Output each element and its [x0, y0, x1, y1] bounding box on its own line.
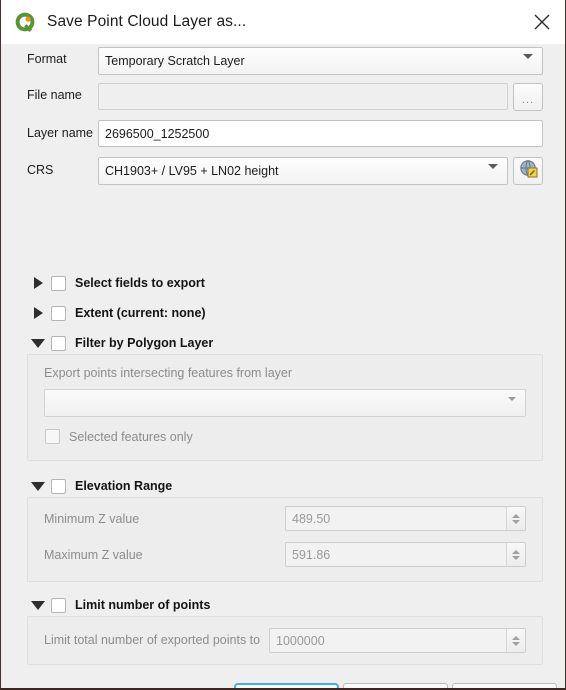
crs-combobox[interactable]: CH1903+ / LV95 + LN02 height — [98, 157, 508, 185]
ellipsis-icon: ... — [521, 94, 535, 106]
elevation-range-panel: Minimum Z value 489.50 Maximum Z value 5… — [27, 497, 543, 582]
section-extent[interactable]: Extent (current: none) — [31, 304, 206, 322]
extent-title: Extent (current: none) — [75, 306, 206, 320]
layer-name-label: Layer name — [27, 126, 94, 140]
elevation-range-checkbox[interactable] — [51, 478, 66, 494]
selected-features-checkbox[interactable] — [45, 429, 60, 444]
qgis-logo-icon — [13, 10, 37, 34]
file-name-label-row: File name — [27, 88, 82, 102]
help-button[interactable]: Help — [452, 683, 557, 688]
max-z-label: Maximum Z value — [44, 548, 143, 562]
dialog-title: Save Point Cloud Layer as... — [47, 13, 247, 30]
format-label-row: Format — [27, 52, 67, 66]
chevron-down-icon — [523, 54, 533, 73]
filter-layer-combobox[interactable] — [44, 389, 526, 417]
layer-name-value: 2696500_1252500 — [105, 126, 210, 141]
section-filter-polygon[interactable]: Filter by Polygon Layer — [31, 334, 213, 352]
selected-features-label: Selected features only — [69, 429, 193, 444]
ok-button[interactable]: OK — [234, 683, 339, 688]
triangle-down-icon[interactable] — [31, 336, 45, 350]
section-select-fields[interactable]: Select fields to export — [31, 274, 205, 292]
filter-polygon-title: Filter by Polygon Layer — [75, 336, 214, 350]
format-combobox[interactable]: Temporary Scratch Layer — [98, 47, 543, 75]
crs-globe-icon — [519, 159, 538, 183]
max-z-stepper[interactable] — [506, 543, 525, 566]
min-z-spinbox[interactable]: 489.50 — [285, 506, 526, 531]
elevation-range-title: Elevation Range — [75, 479, 173, 493]
limit-points-checkbox[interactable] — [51, 597, 66, 613]
selected-features-row[interactable]: Selected features only — [45, 429, 193, 444]
crs-value: CH1903+ / LV95 + LN02 height — [105, 164, 279, 178]
chevron-down-icon — [508, 397, 516, 415]
triangle-right-icon[interactable] — [31, 306, 45, 320]
limit-total-label: Limit total number of exported points to — [44, 633, 261, 647]
select-fields-title: Select fields to export — [75, 276, 205, 290]
crs-label: CRS — [27, 163, 54, 177]
triangle-down-icon[interactable] — [31, 479, 45, 493]
triangle-right-icon[interactable] — [31, 276, 45, 290]
chevron-down-icon — [488, 164, 498, 183]
extent-checkbox[interactable] — [51, 305, 66, 321]
browse-file-button[interactable]: ... — [513, 83, 543, 111]
crs-select-button[interactable] — [513, 157, 543, 185]
dialog-body: Format Temporary Scratch Layer File name… — [1, 44, 565, 688]
filter-layer-label: Export points intersecting features from… — [44, 366, 293, 380]
limit-total-stepper[interactable] — [506, 629, 525, 652]
layer-name-label-row: Layer name — [27, 126, 93, 140]
limit-points-panel: Limit total number of exported points to… — [27, 616, 543, 665]
section-elevation-range[interactable]: Elevation Range — [31, 477, 172, 495]
max-z-spinbox[interactable]: 591.86 — [285, 542, 526, 567]
limit-points-title: Limit number of points — [75, 598, 211, 612]
save-point-cloud-dialog: Save Point Cloud Layer as... Format Temp… — [0, 0, 566, 690]
min-z-stepper[interactable] — [506, 507, 525, 530]
filter-polygon-panel: Export points intersecting features from… — [27, 354, 543, 461]
filter-polygon-checkbox[interactable] — [51, 335, 66, 351]
title-bar: Save Point Cloud Layer as... — [1, 0, 565, 44]
file-name-input[interactable] — [98, 83, 508, 110]
max-z-value: 591.86 — [292, 547, 331, 562]
limit-total-value: 1000000 — [276, 633, 325, 648]
select-fields-checkbox[interactable] — [51, 275, 66, 291]
limit-total-spinbox[interactable]: 1000000 — [269, 628, 526, 653]
min-z-label: Minimum Z value — [44, 512, 140, 526]
min-z-value: 489.50 — [292, 511, 331, 526]
triangle-down-icon[interactable] — [31, 598, 45, 612]
cancel-button[interactable]: Cancel — [343, 683, 448, 688]
layer-name-input[interactable]: 2696500_1252500 — [98, 120, 543, 147]
close-icon[interactable] — [519, 0, 565, 44]
format-label: Format — [27, 52, 67, 66]
format-value: Temporary Scratch Layer — [105, 54, 245, 68]
section-limit-points[interactable]: Limit number of points — [31, 596, 210, 614]
file-name-label: File name — [27, 88, 82, 102]
crs-label-row: CRS — [27, 163, 53, 177]
